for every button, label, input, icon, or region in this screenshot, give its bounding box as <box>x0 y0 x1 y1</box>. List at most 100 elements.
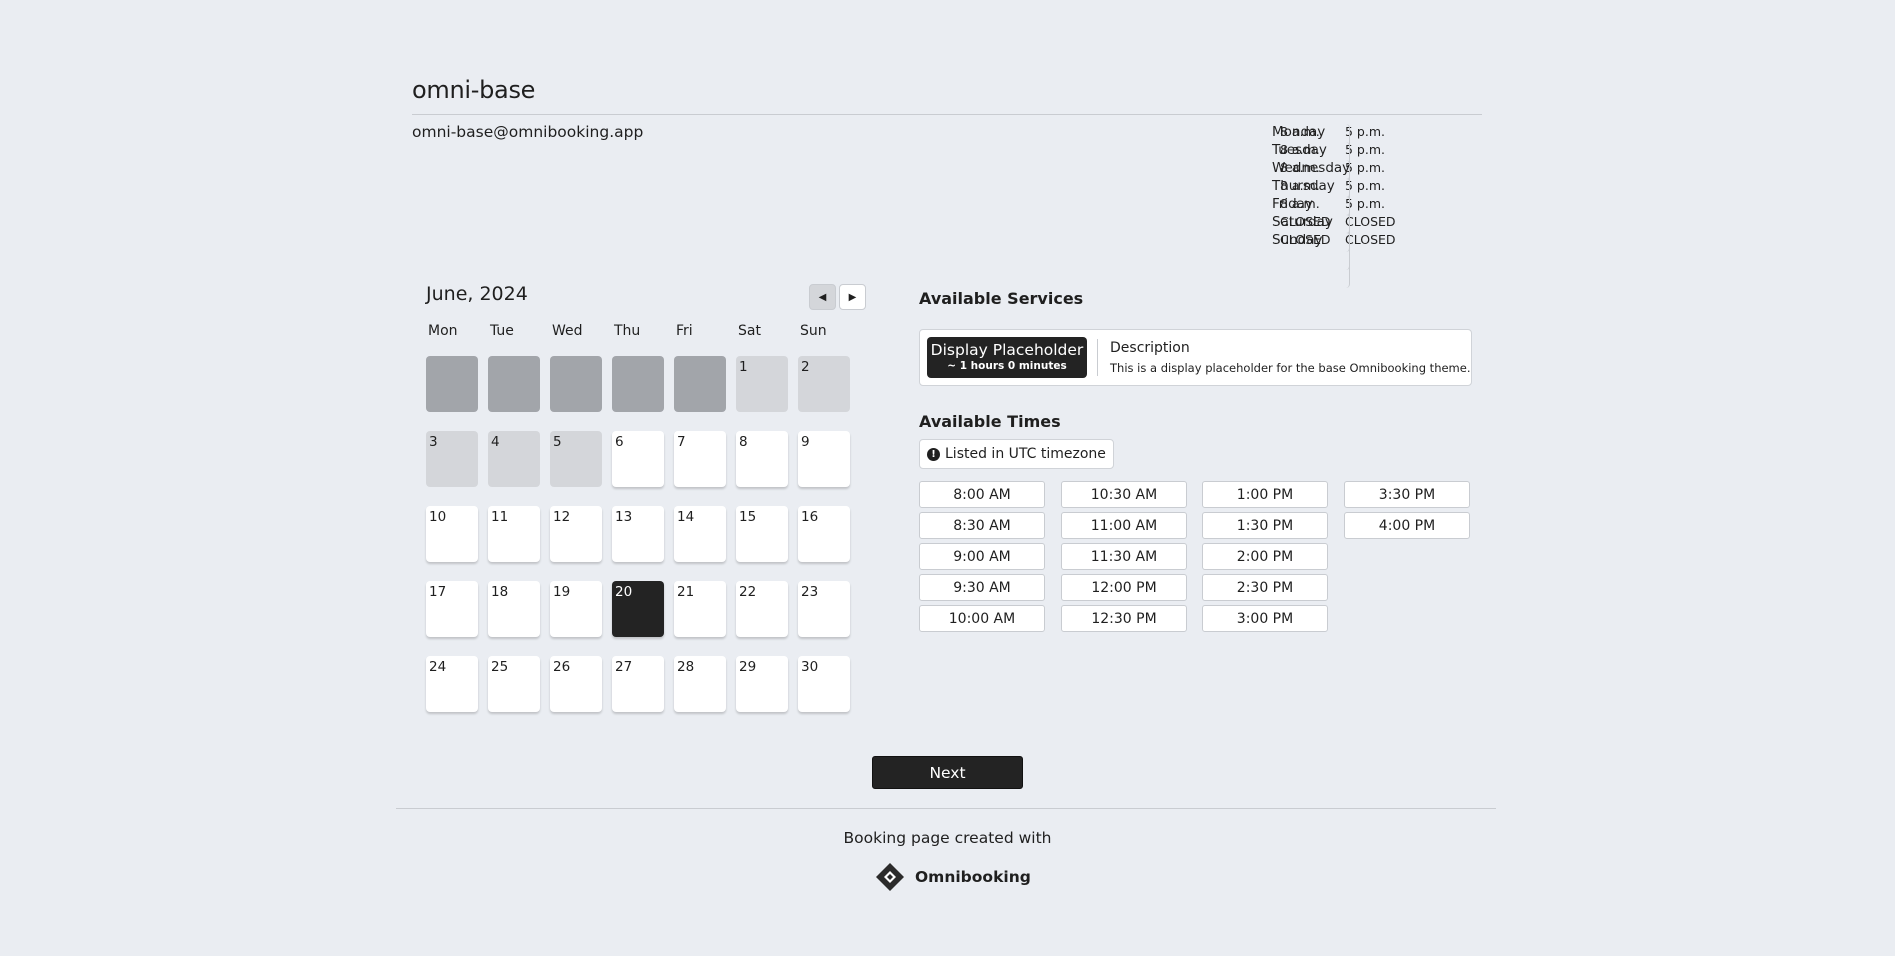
calendar-month-label: June, 2024 <box>426 283 528 305</box>
next-month-button[interactable]: ▶ <box>839 284 866 310</box>
calendar-day[interactable]: 25 <box>488 656 540 712</box>
time-slot-button[interactable]: 3:00 PM <box>1202 605 1328 632</box>
service-duration: ~ 1 hours 0 minutes <box>947 360 1067 372</box>
hours-close: CLOSED <box>1345 232 1396 247</box>
time-slot-button[interactable]: 8:00 AM <box>919 481 1045 508</box>
timezone-note: ! Listed in UTC timezone <box>919 439 1114 469</box>
time-slot-button[interactable]: 8:30 AM <box>919 512 1045 539</box>
calendar-day: 1 <box>736 356 788 412</box>
omnibooking-logo-icon <box>876 863 904 891</box>
time-slot-button[interactable]: 3:30 PM <box>1344 481 1470 508</box>
omnibooking-brand-link[interactable]: Omnibooking <box>875 862 1031 892</box>
calendar-day[interactable]: 22 <box>736 581 788 637</box>
footer-created-with: Booking page created with <box>843 829 1052 847</box>
hours-row: Tuesday 8 a.m. 5 p.m. <box>1272 142 1396 198</box>
time-slot-button[interactable]: 10:30 AM <box>1061 481 1187 508</box>
calendar-empty-cell <box>550 356 602 412</box>
service-card: Display Placeholder ~ 1 hours 0 minutes … <box>919 329 1472 386</box>
calendar-day[interactable]: 11 <box>488 506 540 562</box>
title-divider <box>412 114 1482 115</box>
calendar-day[interactable]: 27 <box>612 656 664 712</box>
weekday-label: Tue <box>490 323 514 339</box>
calendar-day[interactable]: 7 <box>674 431 726 487</box>
calendar-day[interactable]: 17 <box>426 581 478 637</box>
service-description-title: Description <box>1110 340 1190 356</box>
service-description: This is a display placeholder for the ba… <box>1110 361 1471 375</box>
calendar-day[interactable]: 6 <box>612 431 664 487</box>
services-heading: Available Services <box>919 289 1084 308</box>
service-divider <box>1097 339 1098 376</box>
service-select-button[interactable]: Display Placeholder ~ 1 hours 0 minutes <box>927 337 1087 378</box>
calendar-day: 3 <box>426 431 478 487</box>
time-slot-button[interactable]: 2:00 PM <box>1202 543 1328 570</box>
weekday-label: Wed <box>552 323 583 339</box>
hours-row: Saturday CLOSED CLOSED <box>1272 214 1396 270</box>
calendar-day[interactable]: 10 <box>426 506 478 562</box>
hours-row: Sunday CLOSED CLOSED <box>1272 232 1396 288</box>
time-slot-button[interactable]: 11:00 AM <box>1061 512 1187 539</box>
hours-close: 5 p.m. <box>1345 178 1385 193</box>
timezone-note-text: Listed in UTC timezone <box>945 446 1106 462</box>
hours-row: Wednesday 8 a.m. 5 p.m. <box>1272 160 1396 216</box>
calendar-day[interactable]: 21 <box>674 581 726 637</box>
time-slot-button[interactable]: 4:00 PM <box>1344 512 1470 539</box>
calendar-empty-cell <box>612 356 664 412</box>
time-slot-button[interactable]: 12:30 PM <box>1061 605 1187 632</box>
time-slot-button[interactable]: 11:30 AM <box>1061 543 1187 570</box>
weekday-label: Mon <box>428 323 458 339</box>
calendar-day[interactable]: 29 <box>736 656 788 712</box>
previous-month-button[interactable]: ◀ <box>809 284 836 310</box>
calendar-day[interactable]: 30 <box>798 656 850 712</box>
contact-email: omni-base@omnibooking.app <box>412 123 644 141</box>
exclamation-circle-icon: ! <box>927 447 940 461</box>
calendar-day[interactable]: 12 <box>550 506 602 562</box>
calendar-day[interactable]: 28 <box>674 656 726 712</box>
brand-name: Omnibooking <box>915 868 1031 886</box>
hours-close: CLOSED <box>1345 214 1396 229</box>
time-slot-button[interactable]: 12:00 PM <box>1061 574 1187 601</box>
hours-close: 5 p.m. <box>1345 124 1385 139</box>
time-slot-button[interactable]: 10:00 AM <box>919 605 1045 632</box>
calendar-day: 2 <box>798 356 850 412</box>
weekday-label: Thu <box>614 323 641 339</box>
hours-close: 5 p.m. <box>1345 160 1385 175</box>
calendar-empty-cell <box>674 356 726 412</box>
calendar-day[interactable]: 19 <box>550 581 602 637</box>
calendar-day: 5 <box>550 431 602 487</box>
business-hours-table: Monday 8 a.m. 5 p.m. Tuesday 8 a.m. 5 p.m. Wed… <box>1272 124 1396 288</box>
calendar-day[interactable]: 8 <box>736 431 788 487</box>
weekday-label: Fri <box>676 323 693 339</box>
weekday-label: Sun <box>800 323 827 339</box>
hours-row: Monday 8 a.m. 5 p.m. <box>1272 124 1396 180</box>
time-slot-button[interactable]: 1:30 PM <box>1202 512 1328 539</box>
calendar-day[interactable]: 24 <box>426 656 478 712</box>
calendar-day[interactable]: 13 <box>612 506 664 562</box>
calendar-day[interactable]: 9 <box>798 431 850 487</box>
hours-row: Thursday 8 a.m. 5 p.m. <box>1272 178 1396 234</box>
time-slot-button[interactable]: 9:00 AM <box>919 543 1045 570</box>
triangle-right-icon: ▶ <box>848 291 857 303</box>
calendar-empty-cell <box>426 356 478 412</box>
calendar-day[interactable]: 23 <box>798 581 850 637</box>
hours-day: Sunday <box>1272 232 1350 288</box>
hours-close: 5 p.m. <box>1345 196 1385 211</box>
calendar-day: 4 <box>488 431 540 487</box>
calendar-day[interactable]: 15 <box>736 506 788 562</box>
calendar-day[interactable]: 18 <box>488 581 540 637</box>
times-heading: Available Times <box>919 412 1061 431</box>
hours-close: 5 p.m. <box>1345 142 1385 157</box>
calendar-day-selected[interactable]: 20 <box>612 581 664 637</box>
hours-row: Friday 8 a.m. 5 p.m. <box>1272 196 1396 252</box>
calendar-empty-cell <box>488 356 540 412</box>
time-slot-button[interactable]: 1:00 PM <box>1202 481 1328 508</box>
next-button[interactable]: Next <box>872 756 1023 789</box>
calendar-day[interactable]: 16 <box>798 506 850 562</box>
triangle-left-icon: ◀ <box>818 291 827 303</box>
service-name: Display Placeholder <box>930 341 1084 359</box>
weekday-label: Sat <box>738 323 761 339</box>
time-slot-button[interactable]: 9:30 AM <box>919 574 1045 601</box>
time-slot-button[interactable]: 2:30 PM <box>1202 574 1328 601</box>
page-title: omni-base <box>412 76 536 104</box>
calendar-day[interactable]: 26 <box>550 656 602 712</box>
calendar-day[interactable]: 14 <box>674 506 726 562</box>
